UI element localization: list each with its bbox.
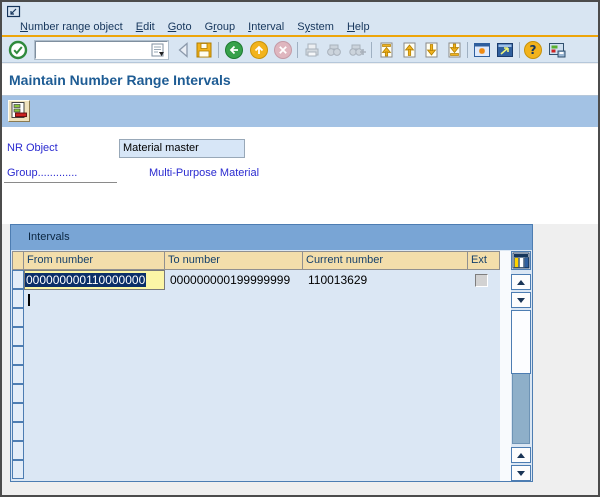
row-selector[interactable] (12, 403, 24, 422)
group-underline (4, 182, 117, 183)
command-field[interactable] (34, 40, 169, 60)
row-selector[interactable] (12, 441, 24, 460)
menu-interval[interactable]: Interval (248, 21, 284, 33)
back-icon[interactable] (224, 40, 244, 60)
row-selector[interactable] (12, 365, 24, 384)
group-value: Multi-Purpose Material (149, 167, 260, 179)
customize-layout-icon[interactable] (547, 40, 567, 60)
row-selector[interactable] (12, 270, 24, 289)
select-all-header[interactable] (12, 251, 24, 270)
current-number-cell[interactable]: 110013629 (303, 270, 468, 290)
row-selector[interactable] (12, 308, 24, 327)
page-down-icon[interactable] (421, 40, 441, 60)
form-area: NR Object Group............. Multi-Purpo… (2, 127, 598, 224)
row-selector[interactable] (12, 384, 24, 403)
system-menu-icon[interactable] (6, 5, 21, 18)
menu-group[interactable]: Group (205, 21, 236, 33)
menu-bar: Number range object Edit Goto Group Inte… (2, 2, 598, 35)
save-icon[interactable] (194, 40, 214, 60)
group-label: Group............. (7, 167, 78, 179)
command-input[interactable] (37, 43, 149, 57)
column-header-from-number[interactable]: From number (24, 251, 165, 270)
first-page-icon[interactable] (376, 40, 396, 60)
display-intervals-button[interactable] (8, 100, 30, 122)
menu-system[interactable]: System (297, 21, 334, 33)
menu-edit[interactable]: Edit (136, 21, 155, 33)
find-icon[interactable] (324, 40, 344, 60)
scroll-up-button[interactable] (511, 274, 531, 290)
scrollbar-thumb[interactable] (511, 310, 531, 374)
row-selector[interactable] (12, 422, 24, 441)
page-title: Maintain Number Range Intervals (9, 72, 231, 88)
text-cursor (28, 294, 30, 306)
new-session-icon[interactable] (472, 40, 492, 60)
table-body (24, 270, 500, 481)
row-selector[interactable] (12, 346, 24, 365)
row-selector[interactable] (12, 460, 24, 479)
toolbar-separator (371, 42, 372, 58)
menu-number-range-object[interactable]: Number range object (20, 21, 123, 33)
column-header-to-number[interactable]: To number (165, 251, 303, 270)
menu-goto[interactable]: Goto (168, 21, 192, 33)
intervals-panel: Intervals From number To number Current … (10, 224, 533, 482)
toolbar-separator (519, 42, 520, 58)
to-number-cell[interactable]: 000000000199999999 (165, 270, 303, 290)
scroll-down-button[interactable] (511, 292, 531, 308)
sap-window: Number range object Edit Goto Group Inte… (0, 0, 600, 497)
application-toolbar (2, 96, 598, 127)
toolbar-separator (467, 42, 468, 58)
table-settings-icon[interactable] (511, 251, 531, 270)
nr-object-label: NR Object (7, 142, 58, 154)
from-number-cell[interactable]: 000000000110000000 (24, 270, 165, 290)
selected-text: 000000000110000000 (25, 273, 147, 287)
toolbar-separator (297, 42, 298, 58)
back-step-icon[interactable] (174, 40, 194, 60)
create-shortcut-icon[interactable] (495, 40, 515, 60)
row-selector[interactable] (12, 327, 24, 346)
menu-help[interactable]: Help (347, 21, 370, 33)
last-page-icon[interactable] (444, 40, 464, 60)
cancel-icon[interactable] (273, 40, 293, 60)
scroll-down-button-bottom[interactable] (511, 465, 531, 481)
table-right-gutter (500, 251, 511, 481)
exit-icon[interactable] (249, 40, 269, 60)
enter-check-icon[interactable] (8, 40, 28, 60)
intervals-caption: Intervals (11, 225, 532, 250)
scroll-up-button-bottom[interactable] (511, 447, 531, 463)
column-header-ext[interactable]: Ext (468, 251, 500, 270)
svg-text:?: ? (530, 43, 537, 57)
ext-checkbox[interactable] (475, 274, 488, 287)
page-up-icon[interactable] (399, 40, 419, 60)
row-selector[interactable] (12, 289, 24, 308)
title-bar: Maintain Number Range Intervals (2, 64, 598, 96)
find-next-icon[interactable] (347, 40, 367, 60)
toolbar-separator (218, 42, 219, 58)
menu-items: Number range object Edit Goto Group Inte… (20, 19, 370, 35)
help-icon[interactable]: ? (523, 40, 543, 60)
nr-object-field[interactable]: Material master (119, 139, 245, 158)
scrollbar-track[interactable] (512, 374, 530, 444)
command-dropdown-icon[interactable] (150, 43, 166, 57)
print-icon[interactable] (302, 40, 322, 60)
column-header-current-number[interactable]: Current number (303, 251, 468, 270)
standard-toolbar: ? (2, 37, 598, 63)
